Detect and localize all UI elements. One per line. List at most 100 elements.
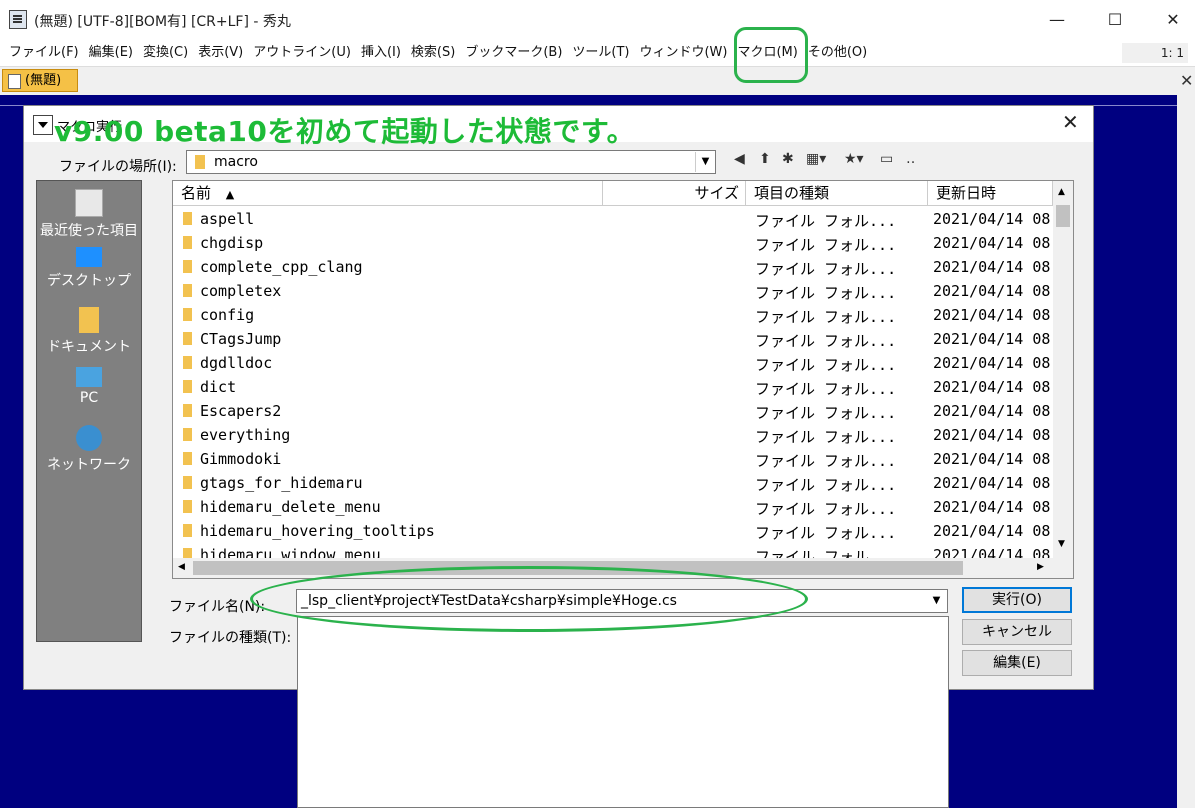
menu-window[interactable]: ウィンドウ(W) (634, 40, 732, 66)
view-menu-icon[interactable]: ▦▾ (806, 151, 826, 167)
place-label: ネットワーク (47, 457, 131, 473)
file-row[interactable]: hidemaru_delete_menu ファイル フォル... 2021/04/1… (173, 495, 1053, 519)
highlight-circle (250, 566, 808, 632)
edit-button[interactable]: 編集(E) (962, 650, 1072, 676)
hidemaru-app-icon[interactable] (9, 10, 27, 29)
run-button[interactable]: 実行(O) (962, 587, 1072, 613)
column-header-size[interactable]: サイズ (603, 181, 746, 205)
file-row[interactable]: complete_cpp_clang ファイル フォル... 2021/04/14 … (173, 255, 1053, 279)
menu-view[interactable]: 表示(V) (193, 40, 248, 66)
file-name: CTagsJump (200, 330, 282, 348)
file-row[interactable]: dict ファイル フォル... 2021/04/14 08 (173, 375, 1053, 399)
back-icon[interactable]: ◀ (734, 151, 745, 167)
file-row[interactable]: Gimmodoki ファイル フォル... 2021/04/14 08 (173, 447, 1053, 471)
look-in-value: macro (214, 154, 258, 170)
dialog-system-menu-icon[interactable] (33, 115, 53, 135)
file-name: Gimmodoki (200, 450, 282, 468)
chevron-down-icon[interactable]: ▼ (927, 591, 946, 611)
file-name: dgdlldoc (200, 354, 273, 372)
file-list[interactable]: 名前 ▲ サイズ 項目の種類 更新日時 aspell ファイル フォル... 202… (172, 180, 1074, 579)
menu-bookmark[interactable]: ブックマーク(B) (460, 40, 567, 66)
column-header-date[interactable]: 更新日時 (928, 181, 1053, 205)
menu-edit[interactable]: 編集(E) (84, 40, 138, 66)
file-row[interactable]: config ファイル フォル... 2021/04/14 08 (173, 303, 1053, 327)
file-name: aspell (200, 210, 255, 228)
menu-outline[interactable]: アウトライン(U) (248, 40, 356, 66)
folder-icon (183, 452, 192, 465)
file-row[interactable]: completex ファイル フォル... 2021/04/14 08 (173, 279, 1053, 303)
close-button[interactable]: ✕ (1150, 6, 1195, 34)
more-icon[interactable]: ‥ (906, 151, 915, 167)
pc-icon (76, 367, 102, 387)
menu-tools[interactable]: ツール(T) (567, 40, 634, 66)
file-type: ファイル フォル... (755, 212, 897, 230)
file-date: 2021/04/14 08 (933, 234, 1051, 252)
tab-label: (無題) (25, 73, 62, 88)
scroll-down-icon[interactable]: ▼ (1058, 539, 1065, 549)
tab-close-button[interactable]: ✕ (1180, 71, 1193, 90)
menu-search[interactable]: 検索(S) (406, 40, 460, 66)
place-network[interactable]: ネットワーク (37, 425, 141, 474)
look-in-combobox[interactable]: macro ▼ (186, 150, 716, 174)
scroll-right-icon[interactable]: ▶ (1037, 562, 1044, 572)
editor-vertical-scrollbar[interactable] (1177, 95, 1195, 808)
file-type: ファイル フォル... (755, 476, 897, 494)
file-row[interactable]: everything ファイル フォル... 2021/04/14 08 (173, 423, 1053, 447)
file-type: ファイル フォル... (755, 404, 897, 422)
file-row[interactable]: hidemaru_hovering_tooltips ファイル フォル... 202… (173, 519, 1053, 543)
favorites-icon[interactable]: ★▾ (844, 151, 864, 167)
file-type: ファイル フォル... (755, 356, 897, 374)
list-header: 名前 ▲ サイズ 項目の種類 更新日時 (173, 181, 1053, 206)
column-header-name[interactable]: 名前 ▲ (173, 181, 603, 205)
file-date: 2021/04/14 08 (933, 474, 1051, 492)
chevron-down-icon[interactable]: ▼ (695, 152, 715, 172)
menu-file[interactable]: ファイル(F) (4, 40, 84, 66)
filename-dropdown-list[interactable] (297, 616, 949, 808)
file-row[interactable]: CTagsJump ファイル フォル... 2021/04/14 08 (173, 327, 1053, 351)
file-row[interactable]: dgdlldoc ファイル フォル... 2021/04/14 08 (173, 351, 1053, 375)
file-type: ファイル フォル... (755, 308, 897, 326)
file-date: 2021/04/14 08 (933, 306, 1051, 324)
desktop-icon (76, 247, 102, 267)
file-name: complete_cpp_clang (200, 258, 363, 276)
place-documents[interactable]: ドキュメント (37, 307, 141, 356)
scrollbar-thumb[interactable] (1056, 205, 1070, 227)
cancel-button[interactable]: キャンセル (962, 619, 1072, 645)
file-date: 2021/04/14 08 (933, 282, 1051, 300)
up-folder-icon[interactable]: ⬆ (759, 151, 771, 167)
folder-icon (183, 332, 192, 345)
place-recent[interactable]: 最近使った項目 (37, 189, 141, 240)
place-desktop[interactable]: デスクトップ (37, 247, 141, 290)
maximize-button[interactable]: ☐ (1092, 6, 1138, 34)
column-header-type[interactable]: 項目の種類 (746, 181, 928, 205)
title-bar: (無題) [UTF-8][BOM有] [CR+LF] - 秀丸 — ☐ ✕ (0, 0, 1195, 40)
menu-other[interactable]: その他(O) (803, 40, 872, 66)
file-name: chgdisp (200, 234, 264, 252)
file-row[interactable]: Escapers2 ファイル フォル... 2021/04/14 08 (173, 399, 1053, 423)
place-label: デスクトップ (47, 273, 131, 289)
filetype-label: ファイルの種類(T): (169, 630, 292, 646)
dialog-close-button[interactable]: ✕ (1062, 110, 1079, 134)
scroll-left-icon[interactable]: ◀ (178, 562, 185, 572)
file-date: 2021/04/14 08 (933, 450, 1051, 468)
places-bar: 最近使った項目 デスクトップ ドキュメント PC ネットワーク (36, 180, 142, 642)
minimize-button[interactable]: — (1034, 6, 1080, 34)
folder-icon (183, 308, 192, 321)
menu-convert[interactable]: 変換(C) (138, 40, 193, 66)
file-type: ファイル フォル... (755, 284, 897, 302)
file-row[interactable]: aspell ファイル フォル... 2021/04/14 08 (173, 207, 1053, 231)
file-name: everything (200, 426, 291, 444)
file-list-vertical-scrollbar[interactable]: ▲ ▼ (1053, 181, 1073, 578)
place-pc[interactable]: PC (37, 367, 141, 406)
menu-insert[interactable]: 挿入(I) (356, 40, 406, 66)
folder-icon[interactable]: ▭ (880, 151, 893, 167)
file-row[interactable]: gtags_for_hidemaru ファイル フォル... 2021/04/14 … (173, 471, 1053, 495)
file-row[interactable]: chgdisp ファイル フォル... 2021/04/14 08 (173, 231, 1053, 255)
tab-untitled[interactable]: (無題) (2, 69, 78, 92)
scroll-up-icon[interactable]: ▲ (1058, 187, 1065, 197)
file-date: 2021/04/14 08 (933, 402, 1051, 420)
new-folder-icon[interactable]: ✱ (782, 151, 794, 167)
folder-icon (183, 212, 192, 225)
file-type: ファイル フォル... (755, 524, 897, 542)
folder-icon (183, 236, 192, 249)
